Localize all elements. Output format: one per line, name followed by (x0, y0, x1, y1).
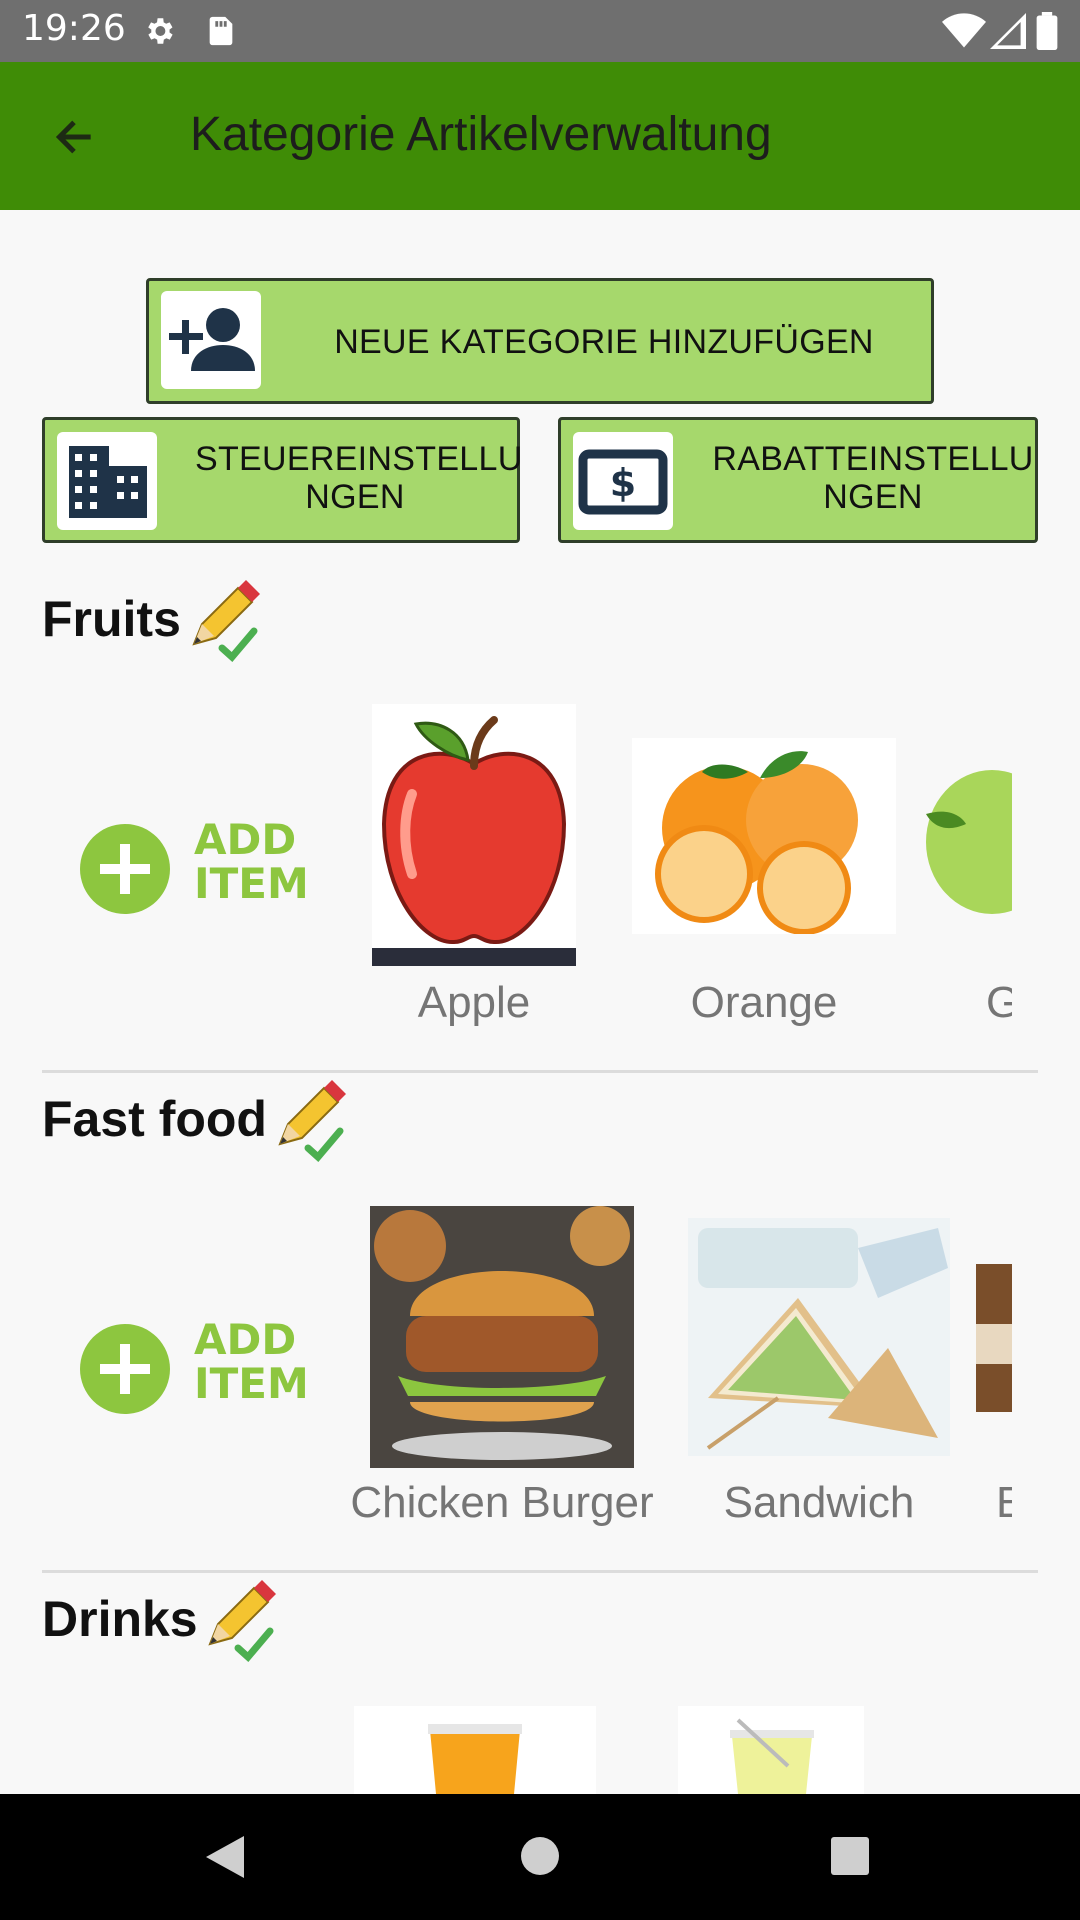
app-bar: Kategorie Artikelverwaltung (0, 62, 1080, 210)
status-time: 19:26 (22, 8, 126, 49)
item-label: Chicken Burger (350, 1478, 654, 1527)
signal-icon (990, 13, 1026, 49)
plus-circle-icon (80, 1324, 170, 1414)
svg-text:$: $ (610, 461, 636, 505)
item-image-sandwich[interactable] (688, 1218, 950, 1456)
discount-settings-label: RABATTEINSTELLU NGEN (712, 440, 1034, 516)
plus-circle-icon (80, 824, 170, 914)
divider (42, 1070, 1038, 1073)
tax-settings-label: STEUEREINSTELLU NGEN (195, 440, 523, 516)
item-label: Orange (690, 978, 838, 1027)
sd-card-icon (209, 16, 233, 46)
navigation-bar (0, 1794, 1080, 1920)
arrow-back-icon[interactable] (44, 112, 104, 162)
recents-square-icon[interactable] (830, 1836, 870, 1876)
item-image-orange[interactable] (632, 738, 896, 934)
category-list[interactable]: NEUE KATEGORIE HINZUFÜGEN STEUEREINSTELL… (0, 210, 1080, 1794)
item-image-partial[interactable] (976, 1264, 1012, 1412)
status-bar: 19:26 (0, 0, 1080, 62)
category-title: Drinks (42, 1591, 198, 1647)
add-category-button[interactable]: NEUE KATEGORIE HINZUFÜGEN (146, 278, 934, 404)
add-item-button[interactable]: ADD ITEM (80, 1318, 309, 1418)
category-title: Fruits (42, 591, 181, 647)
item-label: Apple (417, 978, 531, 1027)
item-image-guava[interactable] (920, 754, 1012, 920)
add-category-label: NEUE KATEGORIE HINZUFÜGEN (334, 323, 874, 361)
tax-settings-button[interactable]: STEUEREINSTELLU NGEN (42, 417, 523, 543)
back-triangle-icon[interactable] (204, 1834, 246, 1880)
building-icon (57, 432, 157, 530)
edit-pencil-icon[interactable] (198, 1578, 282, 1662)
home-circle-icon[interactable] (520, 1836, 560, 1876)
gear-icon (148, 18, 173, 44)
item-label: G (986, 978, 1012, 1027)
battery-icon (1036, 12, 1058, 50)
item-label: Sandwich (723, 1478, 915, 1527)
edit-pencil-icon[interactable] (182, 578, 266, 662)
add-item-button[interactable]: ADD ITEM (80, 818, 309, 918)
edit-pencil-icon[interactable] (268, 1078, 352, 1162)
item-image-apple[interactable] (372, 704, 576, 966)
dollar-bill-icon: $ (573, 432, 673, 530)
item-image-chicken-burger[interactable] (370, 1206, 634, 1468)
item-image-orange-juice[interactable] (354, 1706, 596, 1794)
discount-settings-button[interactable]: $ RABATTEINSTELLU NGEN (558, 417, 1038, 543)
item-label: E (996, 1478, 1012, 1527)
add-person-icon (161, 291, 261, 389)
wifi-icon (942, 13, 986, 48)
category-title: Fast food (42, 1091, 267, 1147)
add-item-label: ADD ITEM (194, 1315, 309, 1408)
page-title: Kategorie Artikelverwaltung (190, 108, 772, 161)
add-item-label: ADD ITEM (194, 815, 309, 908)
divider (42, 1570, 1038, 1573)
item-image-lemonade[interactable] (678, 1706, 864, 1794)
